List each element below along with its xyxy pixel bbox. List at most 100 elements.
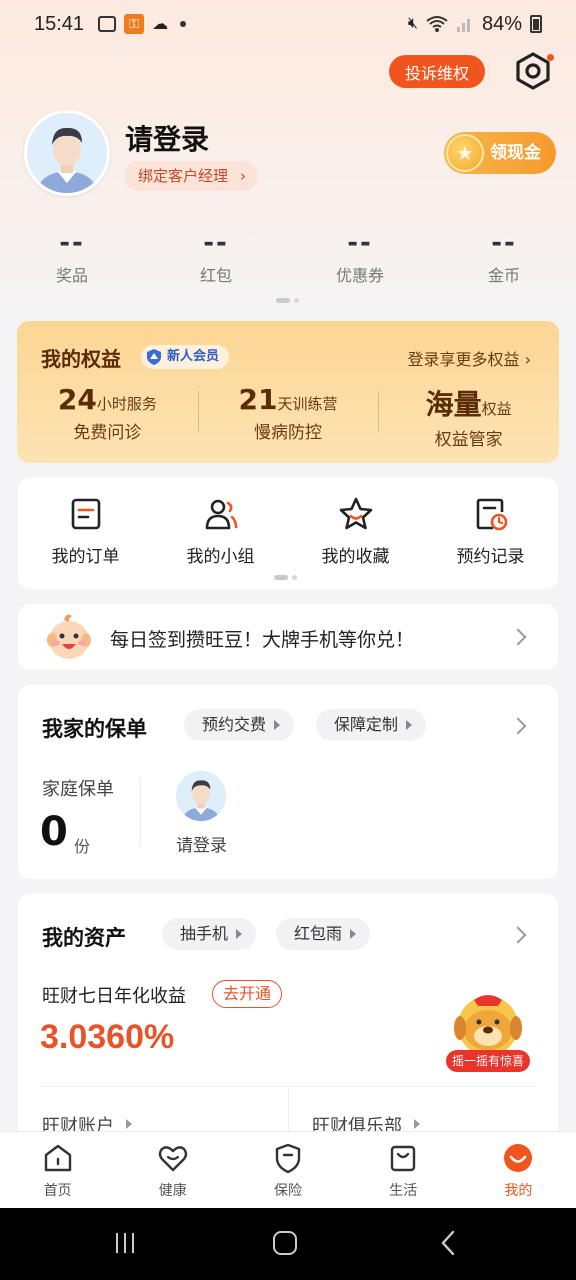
benefit-unit: 权益 <box>481 400 512 418</box>
shake-promo[interactable]: 摇一摇有惊喜 <box>446 986 530 1072</box>
status-bar: 15:41 ⚿ ☁ 🔇︎ 84% <box>0 0 576 48</box>
chevron-right-icon[interactable] <box>509 717 527 735</box>
notification-dot <box>547 54 554 61</box>
benefit-sub: 免费问诊 <box>73 423 142 443</box>
daily-signin-banner[interactable]: 每日签到攒旺豆！大牌手机等你兑！ <box>18 604 558 670</box>
quick-label: 我的收藏 <box>321 547 390 567</box>
tab-me[interactable]: 我的 <box>461 1132 576 1208</box>
benefits-title: 我的权益 <box>41 347 121 371</box>
mascot-icon <box>47 614 91 659</box>
chevron-right-icon[interactable] <box>509 926 527 944</box>
chevron-right-icon: › <box>524 350 531 369</box>
stat-prizes[interactable]: -- 奖品 <box>0 228 144 290</box>
quick-appointments[interactable]: 预约记录 <box>423 478 558 589</box>
status-time: 15:41 <box>34 12 85 35</box>
draw-phone-pill[interactable]: 抽手机 <box>162 918 257 950</box>
quick-pager <box>274 575 297 580</box>
signal-icon <box>456 19 470 32</box>
back-icon[interactable] <box>436 1230 462 1256</box>
battery-level: 84% <box>481 12 522 35</box>
bag-icon <box>391 1145 416 1172</box>
benefits-more-link[interactable]: 登录享更多权益 › <box>407 346 531 370</box>
avatar[interactable] <box>24 110 110 196</box>
pay-appointment-pill[interactable]: 预约交费 <box>184 709 295 741</box>
chevron-right-icon: › <box>240 167 247 185</box>
cloud-icon: ☁ <box>152 16 169 33</box>
stats-row: -- 奖品 -- 红包 -- 优惠券 -- 金币 <box>0 228 576 290</box>
benefit-big: 24 <box>57 383 97 416</box>
stat-value: -- <box>59 228 85 258</box>
tab-health[interactable]: 健康 <box>115 1132 230 1208</box>
member-login-label[interactable]: 请登录 <box>176 831 227 856</box>
stat-red-packets[interactable]: -- 红包 <box>144 228 288 290</box>
benefit-item[interactable]: 海量权益 权益管家 <box>378 383 559 450</box>
benefit-unit: 小时服务 <box>96 395 157 413</box>
bind-manager-button[interactable]: 绑定客户经理 › <box>124 161 259 191</box>
login-title[interactable]: 请登录 <box>125 118 209 158</box>
bind-manager-label: 绑定客户经理 <box>138 167 229 185</box>
settings-button[interactable] <box>512 50 554 92</box>
family-policy-card: 我家的保单 预约交费 保障定制 家庭保单 0 份 请登录 <box>18 685 558 879</box>
benefit-sub: 慢病防控 <box>254 423 322 443</box>
assets-title: 我的资产 <box>42 926 126 950</box>
stat-label: 金币 <box>487 266 520 285</box>
coin-icon <box>446 134 484 172</box>
benefit-big: 21 <box>238 383 278 416</box>
tab-home[interactable]: 首页 <box>0 1132 115 1208</box>
red-packet-rain-pill[interactable]: 红包雨 <box>276 918 371 950</box>
yield-rate: 3.0360% <box>40 1018 175 1056</box>
stat-label: 奖品 <box>55 266 88 285</box>
quick-label: 我的订单 <box>51 547 120 567</box>
dog-mascot-icon <box>454 995 522 1056</box>
coverage-custom-pill[interactable]: 保障定制 <box>316 709 427 741</box>
shake-label: 摇一摇有惊喜 <box>446 1050 530 1072</box>
tab-life[interactable]: 生活 <box>346 1132 461 1208</box>
quick-my-group[interactable]: 我的小组 <box>153 478 288 589</box>
stat-coupons[interactable]: -- 优惠券 <box>288 228 432 290</box>
chevron-right-icon <box>509 628 527 646</box>
open-account-button[interactable]: 去开通 <box>212 980 283 1008</box>
member-shield-icon <box>147 349 161 365</box>
benefit-item[interactable]: 24小时服务免费问诊 <box>17 383 198 450</box>
tab-label: 我的 <box>504 1183 533 1199</box>
tab-label: 保险 <box>274 1183 302 1199</box>
quick-my-orders[interactable]: 我的订单 <box>18 478 153 589</box>
stats-pager <box>276 298 299 303</box>
more-notifications-icon <box>180 21 187 27</box>
member-badge-label: 新人会员 <box>167 349 220 364</box>
benefit-item[interactable]: 21天训练营慢病防控 <box>197 383 379 450</box>
get-cash-button[interactable]: 领现金 <box>444 132 556 174</box>
benefits-card[interactable]: 我的权益 新人会员 登录享更多权益 › 24小时服务免费问诊 21天训练营慢病防… <box>17 321 559 463</box>
system-navigation-bar <box>0 1208 576 1280</box>
stat-coins[interactable]: -- 金币 <box>432 228 576 290</box>
user-avatar-icon <box>176 771 226 821</box>
me-icon <box>504 1144 533 1172</box>
quick-actions: 我的订单 我的小组 我的收藏 预约记录 <box>18 478 558 589</box>
quick-label: 预约记录 <box>456 547 525 567</box>
order-icon <box>71 498 100 530</box>
home-nav-icon[interactable] <box>272 1230 298 1256</box>
tab-insurance[interactable]: 保险 <box>230 1132 345 1208</box>
my-assets-card: 我的资产 抽手机 红包雨 旺财七日年化收益 去开通 3.0360% 摇一摇有惊喜… <box>18 894 558 1148</box>
yield-label: 旺财七日年化收益 <box>42 986 186 1007</box>
member-avatar[interactable] <box>176 771 226 821</box>
cash-label: 领现金 <box>490 143 541 163</box>
complaint-button[interactable]: 投诉维权 <box>389 55 485 88</box>
recent-apps-icon[interactable] <box>112 1230 138 1256</box>
appointment-icon <box>476 498 507 531</box>
key-app-icon: ⚿ <box>124 14 145 34</box>
stat-value: -- <box>203 228 229 258</box>
home-icon <box>44 1144 71 1172</box>
member-badge: 新人会员 <box>141 345 230 369</box>
stat-value: -- <box>347 228 373 258</box>
divider <box>140 777 141 847</box>
quick-my-favorites[interactable]: 我的收藏 <box>288 478 423 589</box>
policy-unit: 份 <box>74 837 91 856</box>
wifi-icon <box>426 16 448 32</box>
mute-icon: 🔇︎ <box>407 15 418 32</box>
benefit-unit: 天训练营 <box>277 395 338 413</box>
quick-label: 我的小组 <box>186 547 255 567</box>
stat-label: 优惠券 <box>335 266 384 285</box>
gallery-icon <box>98 16 117 32</box>
battery-icon <box>530 15 542 33</box>
